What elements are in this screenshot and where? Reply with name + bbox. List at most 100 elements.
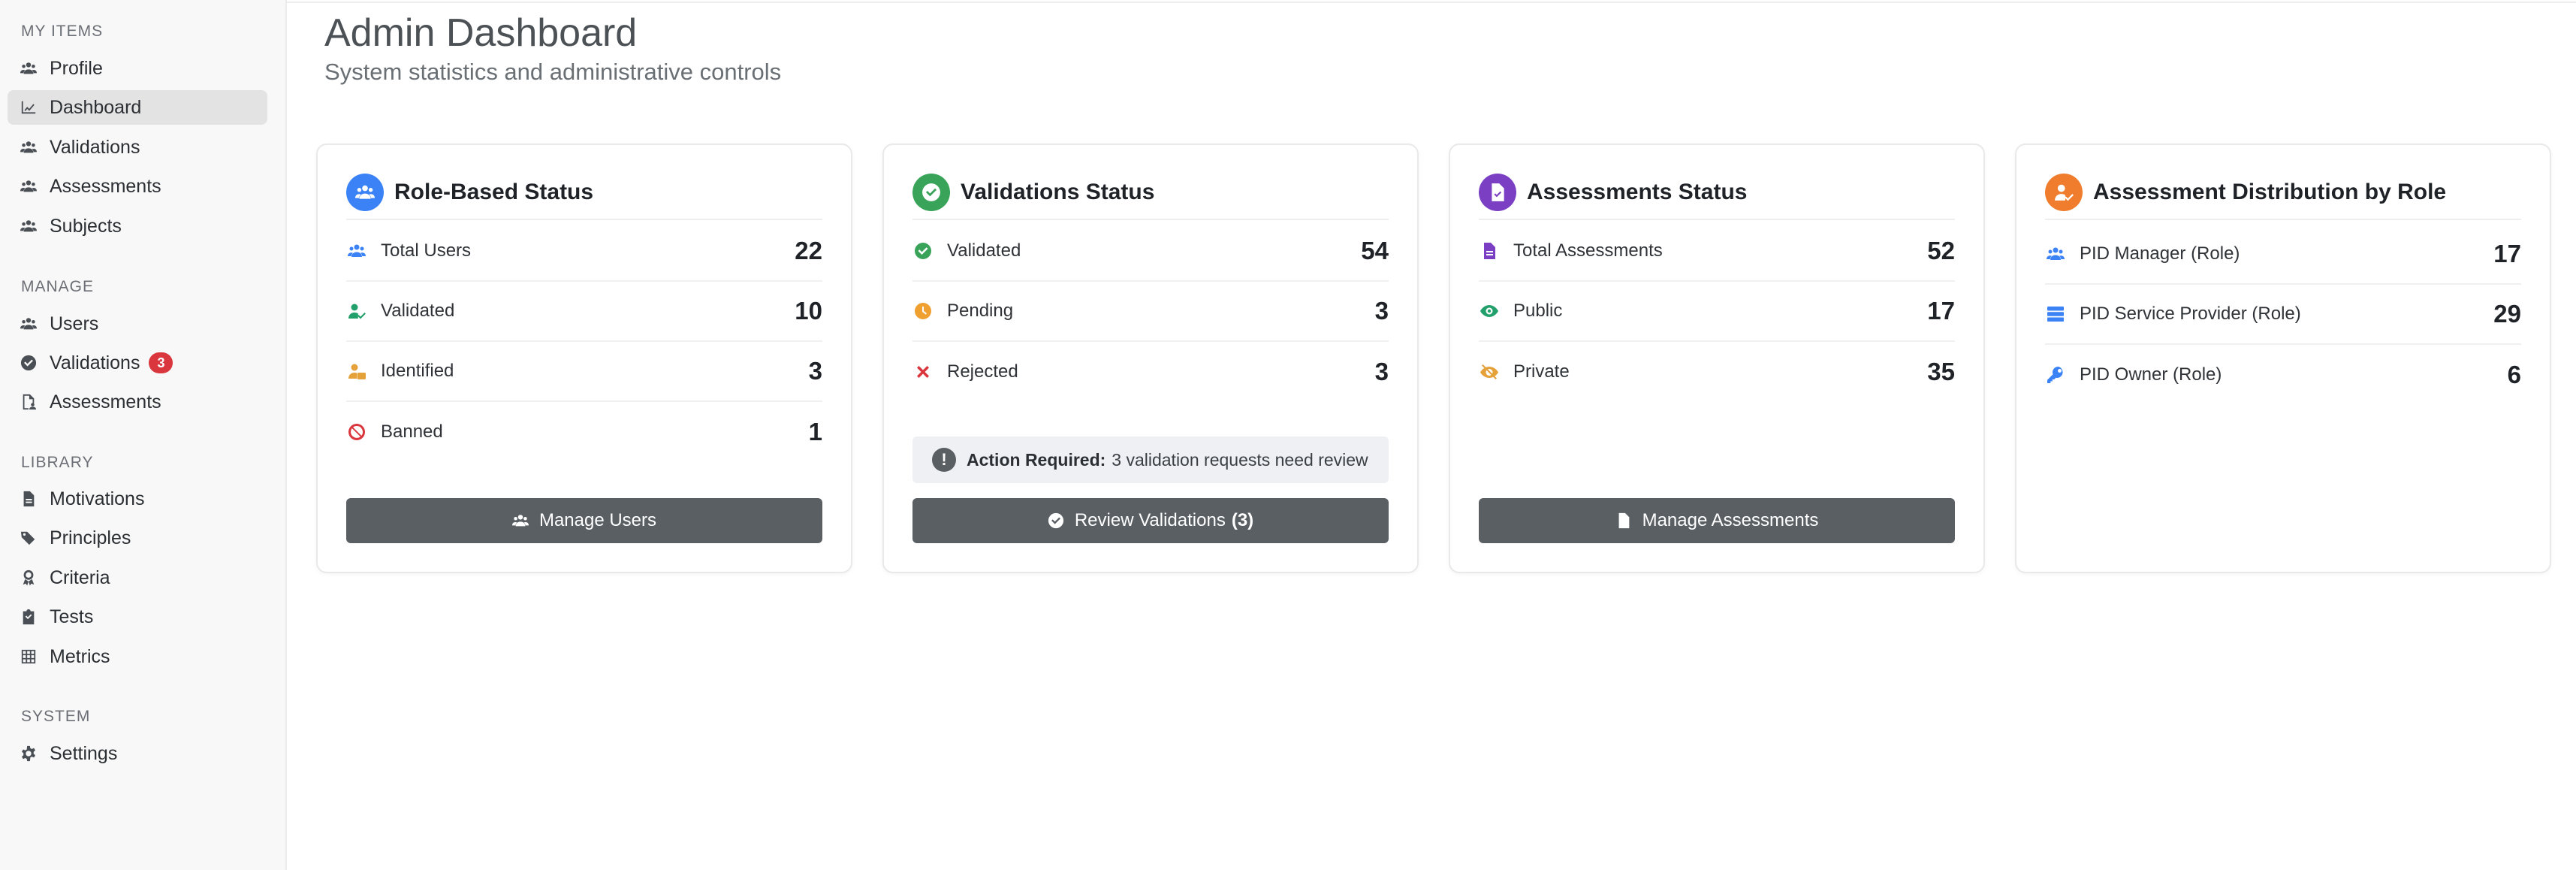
action-required-alert: ! Action Required: 3 validation requests… bbox=[912, 437, 1389, 483]
users-icon bbox=[346, 240, 367, 261]
users-icon bbox=[20, 138, 38, 156]
server-icon bbox=[2045, 304, 2066, 325]
alert-text: 3 validation requests need review bbox=[1112, 449, 1368, 470]
sidebar-item-subjects[interactable]: Subjects bbox=[8, 209, 267, 243]
file-icon bbox=[1479, 240, 1500, 261]
card-title: Validations Status bbox=[961, 180, 1155, 204]
section-title-library: LIBRARY bbox=[21, 454, 94, 471]
gear-icon bbox=[20, 745, 38, 763]
section-title-my-items: MY ITEMS bbox=[21, 23, 104, 40]
sidebar-item-tests[interactable]: Tests bbox=[8, 600, 267, 634]
sidebar-item-validations[interactable]: Validations bbox=[8, 130, 267, 165]
card-title: Assessments Status bbox=[1527, 180, 1748, 204]
stat-value: 1 bbox=[808, 418, 822, 446]
stat-row-banned: Banned 1 bbox=[346, 402, 822, 462]
eye-slash-icon bbox=[1479, 361, 1500, 382]
stat-label: PID Manager (Role) bbox=[2080, 243, 2240, 264]
award-icon bbox=[20, 569, 38, 587]
stat-value: 3 bbox=[1374, 358, 1389, 385]
chart-icon bbox=[20, 98, 38, 116]
stat-value: 22 bbox=[795, 237, 822, 264]
users-icon bbox=[20, 177, 38, 195]
sidebar-item-label: Validations bbox=[50, 352, 140, 373]
manage-users-button[interactable]: Manage Users bbox=[346, 498, 822, 543]
table-icon bbox=[20, 648, 38, 666]
card-title: Assessment Distribution by Role bbox=[2093, 180, 2447, 204]
card-header: Role-Based Status bbox=[346, 174, 822, 220]
stat-label: Total Assessments bbox=[1513, 240, 1663, 261]
card-header: Validations Status bbox=[912, 174, 1389, 220]
stat-value: 3 bbox=[808, 357, 822, 385]
card-header: Assessments Status bbox=[1479, 174, 1955, 220]
sidebar-item-principles[interactable]: Principles bbox=[8, 521, 267, 555]
stat-row-rejected: Rejected 3 bbox=[912, 342, 1389, 402]
stat-row-total-users: Total Users 22 bbox=[346, 222, 822, 282]
sidebar-item-label: Subjects bbox=[50, 215, 122, 237]
sidebar-item-label: Assessments bbox=[50, 391, 161, 412]
stat-value: 3 bbox=[1374, 297, 1389, 325]
eye-icon bbox=[1479, 301, 1500, 322]
users-icon bbox=[512, 512, 529, 529]
stat-row-identified: Identified 3 bbox=[346, 342, 822, 402]
stat-value: 54 bbox=[1361, 237, 1389, 264]
sidebar-item-label: Assessments bbox=[50, 175, 161, 197]
stat-value: 10 bbox=[795, 297, 822, 325]
button-count: (3) bbox=[1231, 510, 1254, 530]
sidebar-item-label: Dashboard bbox=[50, 96, 142, 118]
stat-label: Pending bbox=[947, 301, 1014, 321]
distribution-row-pid-owner: PID Owner (Role) 6 bbox=[2045, 345, 2521, 405]
assessments-status-card: Assessments Status Total Assessments 52 … bbox=[1449, 143, 1985, 573]
stat-label: Public bbox=[1513, 301, 1563, 321]
sidebar-item-users[interactable]: Users bbox=[8, 307, 267, 341]
stat-label: PID Service Provider (Role) bbox=[2080, 304, 2301, 324]
sidebar-item-manage-assessments[interactable]: Assessments bbox=[8, 385, 267, 419]
file-check-icon bbox=[1479, 174, 1516, 211]
section-title-system: SYSTEM bbox=[21, 708, 91, 725]
user-id-icon bbox=[346, 361, 367, 382]
sidebar-item-profile[interactable]: Profile bbox=[8, 51, 267, 86]
validations-count-badge: 3 bbox=[149, 352, 173, 373]
card-title: Role-Based Status bbox=[394, 180, 594, 204]
stat-value: 17 bbox=[2493, 240, 2521, 267]
sidebar-item-assessments[interactable]: Assessments bbox=[8, 169, 267, 204]
check-circle-icon bbox=[912, 174, 950, 211]
sidebar: MY ITEMS Profile Dashboard Validations A… bbox=[0, 0, 287, 870]
stat-label: Private bbox=[1513, 361, 1570, 382]
stat-value: 6 bbox=[2507, 361, 2521, 388]
review-validations-button[interactable]: Review Validations (3) bbox=[912, 498, 1389, 543]
sidebar-item-label: Settings bbox=[50, 742, 118, 764]
stat-label: Total Users bbox=[381, 240, 472, 261]
sidebar-item-label: Users bbox=[50, 313, 99, 334]
sidebar-item-dashboard[interactable]: Dashboard bbox=[8, 90, 267, 125]
sidebar-item-label: Principles bbox=[50, 527, 131, 548]
manage-assessments-button[interactable]: Manage Assessments bbox=[1479, 498, 1955, 543]
stat-label: Validated bbox=[947, 240, 1021, 261]
section-title-manage: MANAGE bbox=[21, 278, 95, 295]
users-icon bbox=[20, 315, 38, 333]
sidebar-item-settings[interactable]: Settings bbox=[8, 736, 267, 771]
sidebar-item-criteria[interactable]: Criteria bbox=[8, 560, 267, 595]
stat-value: 35 bbox=[1927, 358, 1955, 385]
sidebar-item-label: Profile bbox=[50, 57, 103, 79]
clock-icon bbox=[912, 301, 934, 322]
stat-row-total-assessments: Total Assessments 52 bbox=[1479, 222, 1955, 282]
ban-icon bbox=[346, 421, 367, 443]
role-status-card: Role-Based Status Total Users 22 Validat… bbox=[316, 143, 852, 573]
sidebar-item-motivations[interactable]: Motivations bbox=[8, 482, 267, 516]
stat-row-pending: Pending 3 bbox=[912, 282, 1389, 342]
page-subtitle: System statistics and administrative con… bbox=[324, 59, 782, 85]
check-circle-icon bbox=[1048, 512, 1064, 529]
stat-row-private: Private 35 bbox=[1479, 342, 1955, 402]
sidebar-item-metrics[interactable]: Metrics bbox=[8, 639, 267, 674]
stat-row-validated: Validated 54 bbox=[912, 222, 1389, 282]
stat-label: Rejected bbox=[947, 361, 1018, 382]
assessment-distribution-card: Assessment Distribution by Role PID Mana… bbox=[2015, 143, 2551, 573]
stat-label: Validated bbox=[381, 301, 455, 321]
distribution-row-pid-manager: PID Manager (Role) 17 bbox=[2045, 225, 2521, 285]
tags-icon bbox=[20, 529, 38, 547]
key-icon bbox=[2045, 364, 2066, 385]
stat-value: 29 bbox=[2493, 300, 2521, 328]
sidebar-item-manage-validations[interactable]: Validations 3 bbox=[8, 346, 267, 380]
stat-value: 52 bbox=[1927, 237, 1955, 264]
users-icon bbox=[20, 217, 38, 235]
